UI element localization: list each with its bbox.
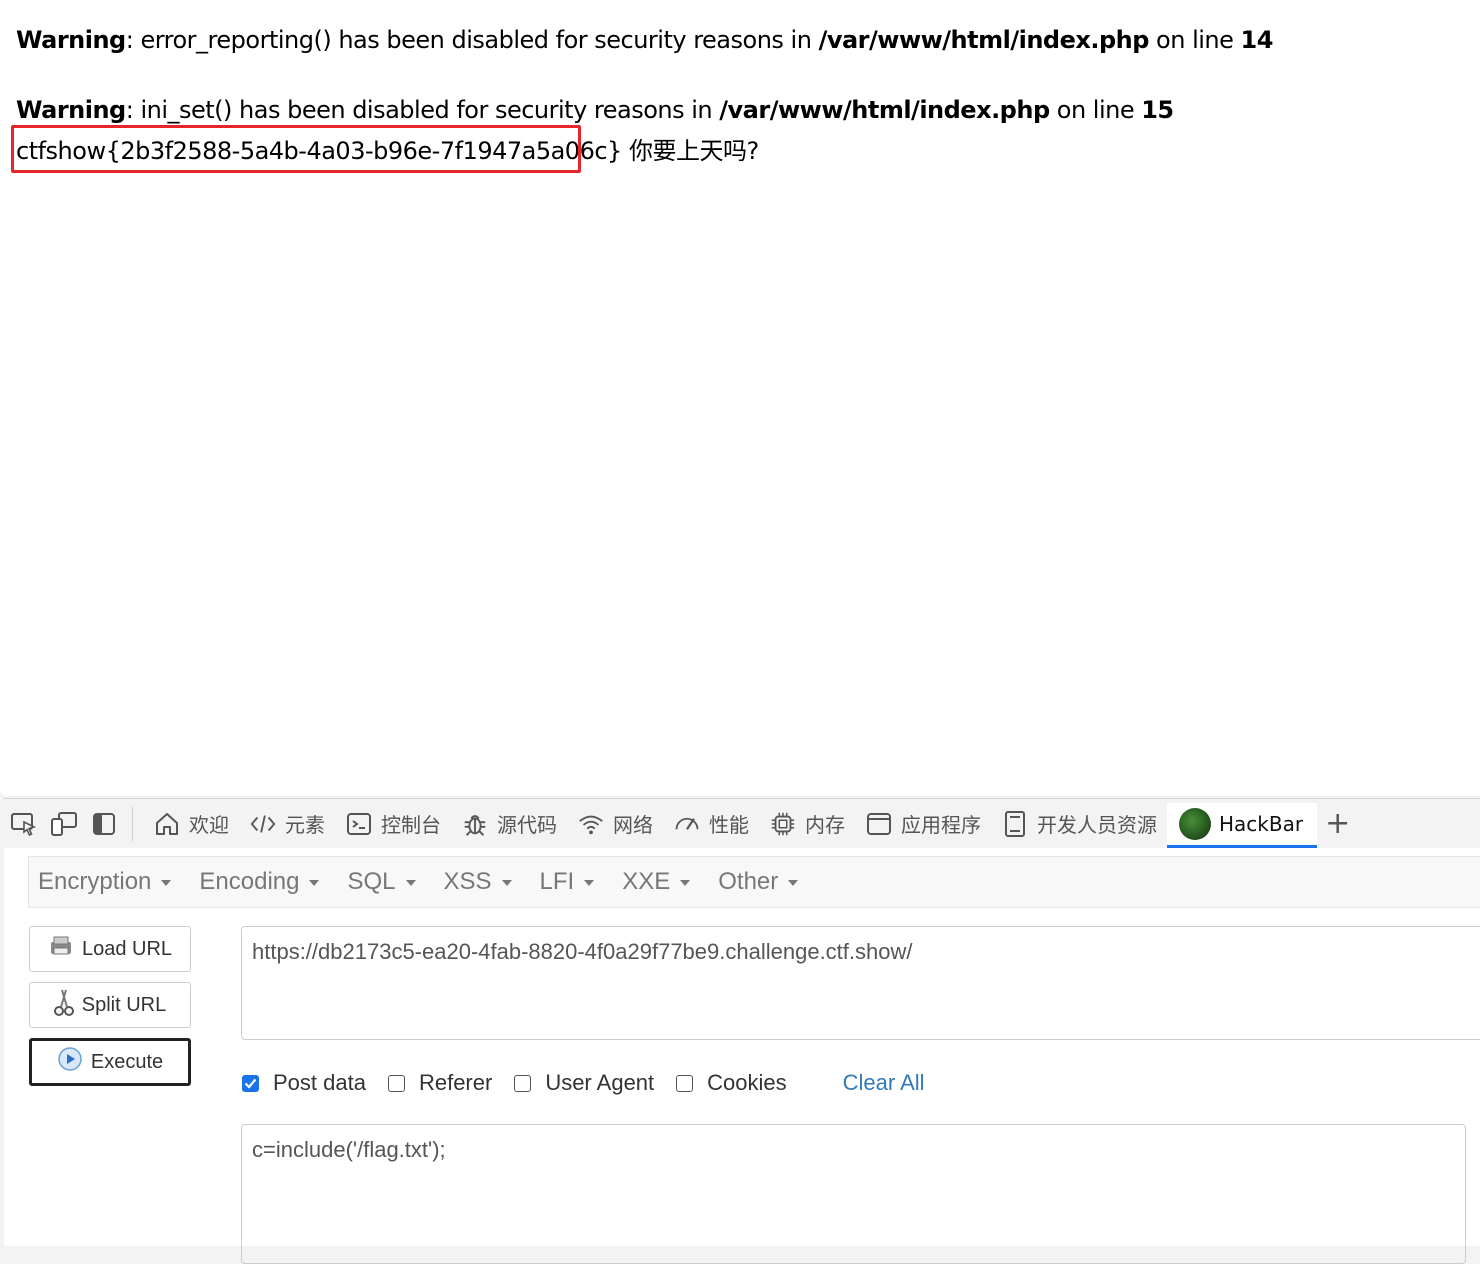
window-icon (865, 810, 893, 838)
play-icon (57, 1046, 83, 1078)
tab-developer-resources[interactable]: 开发人员资源 (991, 801, 1167, 847)
referer-option[interactable]: Referer (387, 1070, 493, 1096)
hackbar-panel: Encryption Encoding SQL XSS LFI XXE Othe… (4, 848, 1480, 1264)
chevron-down-icon (161, 880, 172, 886)
bug-icon (461, 810, 489, 838)
load-url-button[interactable]: Load URL (29, 926, 191, 972)
clear-all-link[interactable]: Clear All (843, 1070, 925, 1096)
chip-icon (769, 810, 797, 838)
warning-line-number: 14 (1240, 26, 1274, 54)
wifi-icon (577, 810, 605, 838)
menu-label: SQL (347, 868, 396, 895)
execute-button[interactable]: Execute (29, 1038, 191, 1086)
menu-other[interactable]: Other (709, 868, 815, 896)
chevron-down-icon (309, 880, 320, 886)
request-options: Post data Referer User Agent Cookies Cle… (242, 1066, 925, 1100)
tab-memory[interactable]: 内存 (759, 801, 855, 847)
tab-label: 控制台 (381, 813, 441, 837)
tab-console[interactable]: 控制台 (335, 801, 451, 847)
cookies-checkbox[interactable] (676, 1074, 694, 1092)
menu-label: Other (718, 868, 779, 895)
warning-on-line: on line (1148, 26, 1241, 54)
dock-side-icon[interactable] (84, 801, 124, 847)
warning-on-line: on line (1049, 96, 1142, 124)
menu-encryption[interactable]: Encryption (29, 868, 188, 896)
flag-highlight-box (11, 125, 581, 173)
menu-sql[interactable]: SQL (338, 868, 432, 896)
add-tab-button[interactable]: + (1325, 806, 1350, 841)
warning-path: /var/www/html/index.php (719, 96, 1050, 124)
page-viewport: Warning: error_reporting() has been disa… (0, 0, 1480, 796)
warning-message: : error_reporting() has been disabled fo… (125, 26, 819, 54)
tab-performance[interactable]: 性能 (663, 801, 759, 847)
button-label: Load URL (81, 937, 173, 960)
tab-application[interactable]: 应用程序 (855, 801, 991, 847)
chevron-down-icon (584, 880, 595, 886)
warning-line-2: Warning: ini_set() has been disabled for… (16, 96, 1174, 124)
chevron-down-icon (680, 880, 691, 886)
warning-path: /var/www/html/index.php (818, 26, 1150, 54)
tab-label: 内存 (805, 813, 845, 837)
warning-label: Warning (16, 26, 126, 54)
tab-elements[interactable]: 元素 (239, 801, 335, 847)
referer-checkbox[interactable] (387, 1074, 405, 1092)
split-url-button[interactable]: Split URL (29, 982, 191, 1028)
menu-xxe[interactable]: XXE (613, 868, 707, 896)
tab-hackbar[interactable]: HackBar (1167, 802, 1318, 849)
tab-label: 开发人员资源 (1037, 813, 1157, 837)
flag-tail-text: 你要上天吗? (621, 137, 759, 165)
load-url-icon (48, 934, 74, 964)
warning-label: Warning (16, 96, 126, 124)
menu-label: XXE (622, 868, 671, 895)
tab-label: 欢迎 (189, 813, 229, 837)
menu-label: Encryption (38, 868, 152, 895)
option-label: Post data (273, 1070, 366, 1095)
post-data-option[interactable]: Post data (242, 1070, 366, 1096)
cookies-option[interactable]: Cookies (676, 1070, 787, 1096)
user-agent-checkbox[interactable] (514, 1074, 532, 1092)
menu-encoding[interactable]: Encoding (190, 868, 336, 896)
tab-label: 应用程序 (901, 813, 981, 837)
book-icon (1001, 810, 1029, 838)
gauge-icon (673, 810, 701, 838)
tab-label: 性能 (709, 813, 749, 837)
button-label: Execute (90, 1050, 164, 1073)
tab-network[interactable]: 网络 (567, 801, 663, 847)
user-agent-option[interactable]: User Agent (514, 1070, 654, 1096)
toolbar-separator (132, 806, 133, 841)
menu-xss[interactable]: XSS (435, 868, 529, 896)
inspect-element-icon[interactable] (4, 801, 44, 847)
device-emulation-icon[interactable] (44, 801, 84, 847)
tab-label: 源代码 (497, 813, 557, 837)
url-textarea[interactable]: https://db2173c5-ea20-4fab-8820-4f0a29f7… (241, 926, 1480, 1040)
warning-message: : ini_set() has been disabled for securi… (125, 96, 720, 124)
chevron-down-icon (788, 880, 799, 886)
code-icon (249, 810, 277, 838)
option-label: User Agent (545, 1070, 655, 1095)
devtools-tab-bar: 欢迎 元素 控制台 源代码 网络 性能 内存 应用程序 开发人员资源 HackB… (4, 798, 1480, 849)
hackbar-logo (1179, 807, 1211, 840)
console-icon (345, 810, 373, 838)
tab-label: 网络 (613, 813, 653, 837)
menu-label: LFI (539, 868, 575, 895)
home-icon (153, 810, 181, 838)
tab-label: HackBar (1219, 811, 1304, 836)
menu-label: XSS (443, 868, 492, 895)
chevron-down-icon (405, 880, 416, 886)
hackbar-menu-bar: Encryption Encoding SQL XSS LFI XXE Othe… (28, 856, 1480, 908)
option-label: Referer (418, 1070, 493, 1095)
menu-lfi[interactable]: LFI (531, 868, 612, 896)
scissors-icon (53, 987, 74, 1023)
warning-line-number: 15 (1141, 96, 1174, 124)
warning-line-1: Warning: error_reporting() has been disa… (16, 26, 1273, 54)
button-label: Split URL (81, 993, 167, 1016)
chevron-down-icon (501, 880, 512, 886)
tab-sources[interactable]: 源代码 (451, 801, 567, 847)
tab-welcome[interactable]: 欢迎 (143, 801, 239, 847)
tab-label: 元素 (285, 813, 325, 837)
post-data-checkbox[interactable] (242, 1074, 259, 1092)
option-label: Cookies (707, 1070, 787, 1095)
menu-label: Encoding (199, 868, 300, 895)
post-data-textarea[interactable]: c=include('/flag.txt'); (241, 1124, 1466, 1264)
